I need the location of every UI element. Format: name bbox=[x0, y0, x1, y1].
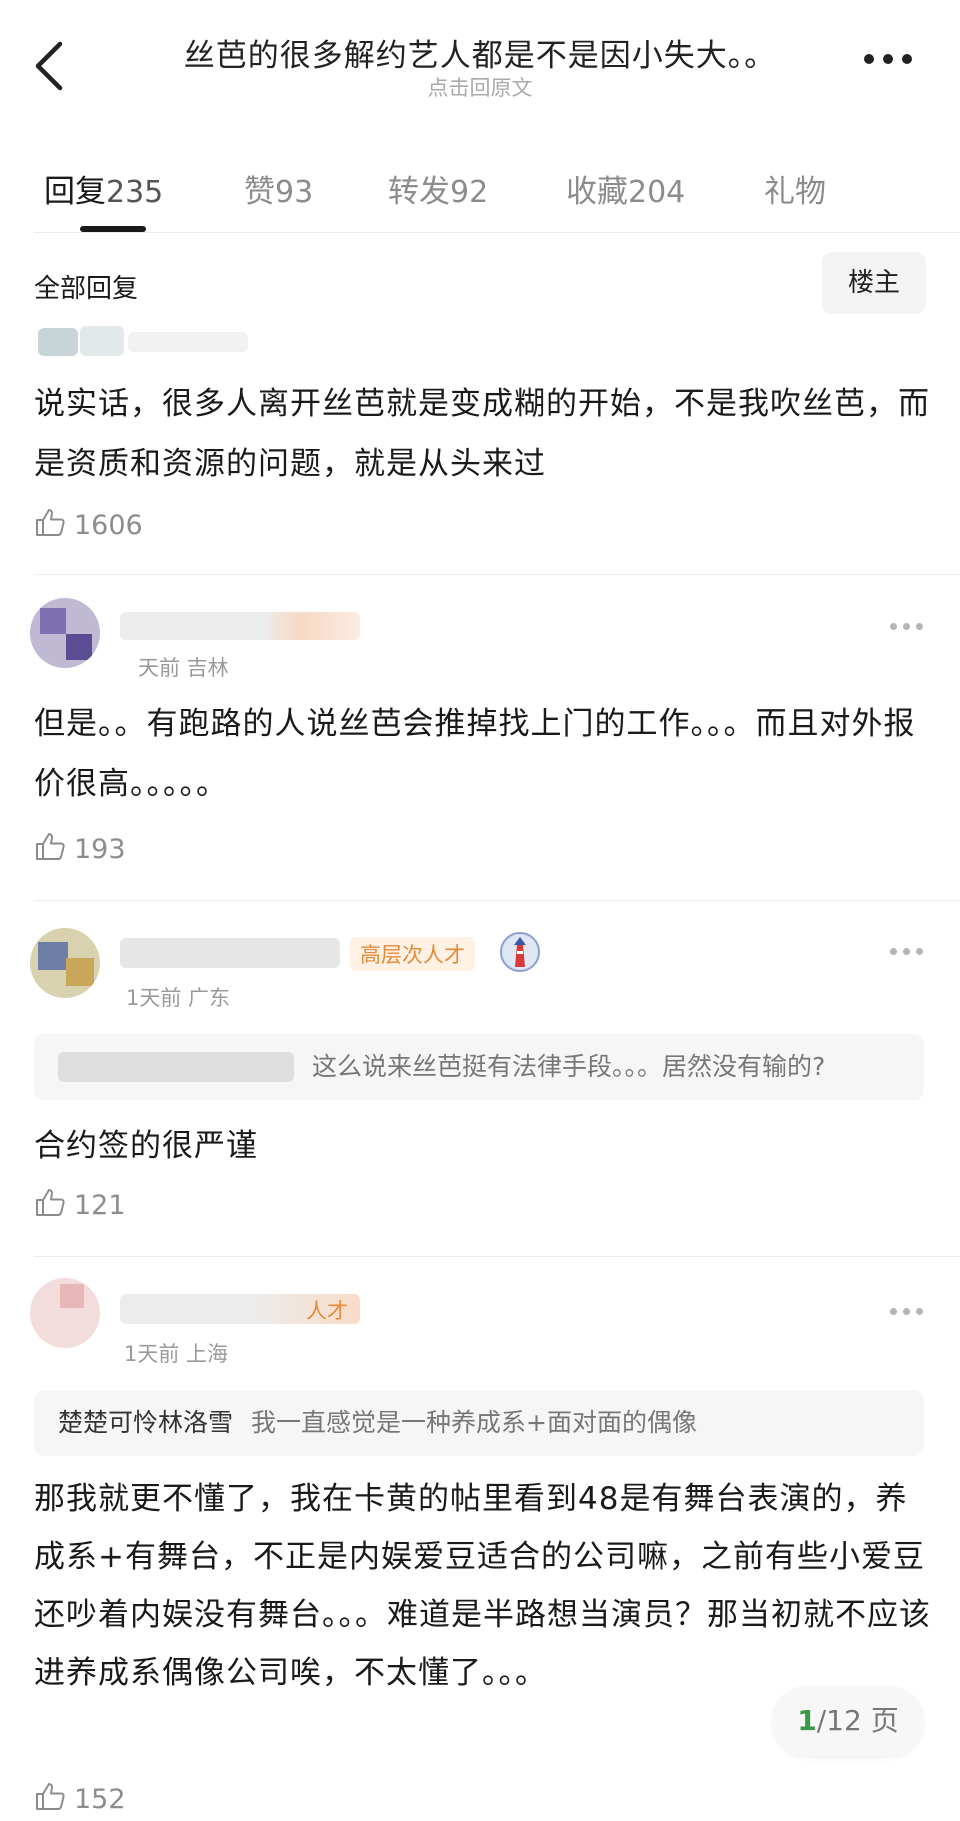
all-replies-label: 全部回复 bbox=[34, 274, 139, 304]
comment-4-avatar[interactable] bbox=[30, 1278, 100, 1348]
comment-3-quote-text: 这么说来丝芭挺有法律手段。。。居然没有输的? bbox=[312, 1052, 826, 1081]
comment-3-like-button[interactable]: 121 bbox=[34, 1186, 126, 1225]
more-options-icon[interactable] bbox=[864, 54, 912, 68]
comment-2-author-redacted bbox=[120, 612, 360, 640]
current-page: 1 bbox=[797, 1704, 817, 1737]
comment-1-like-button[interactable]: 1606 bbox=[34, 506, 143, 545]
comment-4-like-count: 152 bbox=[74, 1784, 126, 1815]
op-only-button[interactable]: 楼主 bbox=[822, 252, 926, 314]
tab-replies[interactable]: 回复235 bbox=[44, 166, 163, 211]
comment-4-text: 那我就更不懂了，我在卡黄的帖里看到48是有舞台表演的，养成系+有舞台，不正是内娱… bbox=[34, 1481, 931, 1691]
tabs-divider bbox=[34, 232, 960, 233]
thumbs-up-icon bbox=[34, 506, 68, 545]
comment-4-like-button[interactable]: 152 bbox=[34, 1780, 126, 1819]
tab-likes[interactable]: 赞93 bbox=[244, 166, 313, 211]
comment-1-author-redacted bbox=[24, 322, 254, 358]
back-icon[interactable] bbox=[30, 38, 70, 94]
comment-3-badge: 高层次人才 bbox=[350, 937, 475, 971]
comment-divider bbox=[34, 1256, 960, 1257]
total-pages: /12 页 bbox=[816, 1704, 899, 1737]
comment-2-more-icon[interactable] bbox=[890, 623, 924, 631]
comment-divider bbox=[34, 574, 960, 575]
post-title: 丝芭的很多解约艺人都是不是因小失大。。 bbox=[183, 38, 777, 74]
comment-4-quote-text: 我一直感觉是一种养成系+面对面的偶像 bbox=[251, 1408, 697, 1437]
comment-3-text: 合约签的很严谨 bbox=[34, 1128, 258, 1164]
comment-divider bbox=[34, 900, 960, 901]
comment-4-quote: 楚楚可怜林洛雪 我一直感觉是一种养成系+面对面的偶像 bbox=[34, 1390, 924, 1456]
comment-2-like-count: 193 bbox=[74, 834, 126, 865]
comment-3-like-count: 121 bbox=[74, 1190, 126, 1221]
comment-4-quote-author[interactable]: 楚楚可怜林洛雪 bbox=[58, 1408, 233, 1437]
comment-2-text: 但是。。有跑路的人说丝芭会推掉找上门的工作。。。而且对外报价很高。。。。。 bbox=[34, 706, 916, 802]
page-indicator[interactable]: 1/12 页 bbox=[772, 1686, 924, 1756]
comment-2-meta: 天前 吉林 bbox=[138, 656, 229, 680]
tab-reposts[interactable]: 转发92 bbox=[388, 166, 488, 211]
quoted-author-redacted bbox=[58, 1052, 294, 1082]
comment-3-more-icon[interactable] bbox=[890, 948, 924, 956]
lighthouse-badge-icon bbox=[500, 929, 540, 975]
comment-1-text: 说实话，很多人离开丝芭就是变成糊的开始，不是我吹丝芭，而是资质和资源的问题，就是… bbox=[34, 386, 930, 482]
thumbs-up-icon bbox=[34, 1780, 68, 1819]
comment-3-meta: 1天前 广东 bbox=[126, 986, 231, 1010]
comment-3-avatar[interactable] bbox=[30, 928, 100, 998]
thumbs-up-icon bbox=[34, 1186, 68, 1225]
comment-2-avatar[interactable] bbox=[30, 598, 100, 668]
tab-favorites[interactable]: 收藏204 bbox=[566, 166, 685, 211]
comment-3-author-redacted bbox=[120, 938, 340, 968]
comment-3-quote: 这么说来丝芭挺有法律手段。。。居然没有输的? bbox=[34, 1034, 924, 1100]
comment-4-more-icon[interactable] bbox=[890, 1308, 924, 1316]
view-original-link[interactable]: 点击回原文 bbox=[140, 72, 820, 102]
comment-4-badge: 人才 bbox=[306, 1299, 348, 1323]
thumbs-up-icon bbox=[34, 830, 68, 869]
comment-1-like-count: 1606 bbox=[74, 510, 143, 541]
tab-gifts[interactable]: 礼物 bbox=[764, 166, 826, 211]
comment-2-like-button[interactable]: 193 bbox=[34, 830, 126, 869]
comment-4-meta: 1天前 上海 bbox=[124, 1342, 229, 1366]
